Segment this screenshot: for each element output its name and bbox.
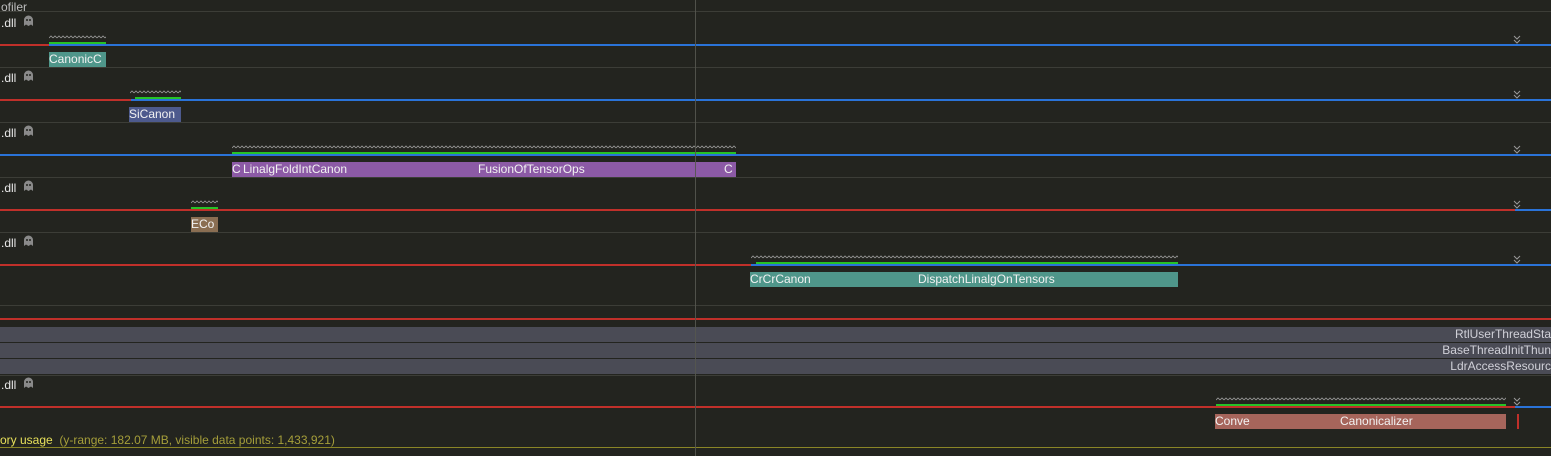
separator [0, 122, 1551, 123]
timeline-red [0, 406, 1515, 408]
module-label: .dll [1, 236, 17, 250]
active-marker [191, 207, 218, 209]
memory-range: (y-range: 182.07 MB, visible data points… [59, 433, 335, 447]
separator [0, 11, 1551, 12]
separator [0, 305, 1551, 306]
timeline-red [0, 44, 49, 46]
timeline-blue [49, 44, 1551, 46]
slice[interactable]: CrCrCanon DispatchLinalgOnTensors [750, 272, 1178, 287]
timeline-red [0, 99, 131, 101]
module-label: .dll [1, 71, 17, 85]
separator [0, 232, 1551, 233]
activity-squiggle [751, 255, 1178, 259]
ghost-icon[interactable] [23, 235, 34, 247]
chevron-down-icon[interactable] [1513, 200, 1521, 210]
stack-frame[interactable]: LdrAccessResourc [0, 359, 1551, 374]
module-label: .dll [1, 378, 17, 392]
time-cursor[interactable] [695, 0, 696, 456]
activity-squiggle [130, 90, 181, 94]
chevron-down-icon[interactable] [1513, 90, 1521, 100]
timeline-blue [131, 99, 1551, 101]
chevron-down-icon[interactable] [1513, 35, 1521, 45]
chevron-down-icon[interactable] [1513, 145, 1521, 155]
timeline-red [0, 264, 751, 266]
active-marker [756, 262, 1178, 264]
active-marker [232, 152, 736, 154]
separator [0, 67, 1551, 68]
active-marker [49, 42, 106, 44]
slice-marker[interactable] [1517, 414, 1519, 429]
activity-squiggle [232, 145, 736, 149]
module-label: .dll [1, 16, 17, 30]
separator [0, 177, 1551, 178]
timeline-blue [751, 264, 1551, 266]
chevron-down-icon[interactable] [1513, 397, 1521, 407]
active-marker [135, 97, 181, 99]
active-marker [1216, 404, 1506, 406]
memory-usage-track: ory usage (y-range: 182.07 MB, visible d… [0, 433, 335, 447]
ghost-icon[interactable] [23, 377, 34, 389]
timeline-blue [0, 154, 1551, 156]
ghost-icon[interactable] [23, 180, 34, 192]
slice[interactable]: Conve Canonicalizer [1215, 414, 1506, 429]
module-label: .dll [1, 126, 17, 140]
memory-line [0, 447, 1551, 448]
ghost-icon[interactable] [23, 70, 34, 82]
stack-frame[interactable]: RtlUserThreadSta [0, 327, 1551, 342]
timeline-red [0, 209, 1515, 211]
activity-squiggle [191, 200, 218, 204]
activity-squiggle [1216, 397, 1506, 401]
slice[interactable]: SiCanon [129, 107, 181, 122]
slice[interactable]: ECo [191, 217, 218, 232]
activity-squiggle [49, 35, 106, 39]
chevron-down-icon[interactable] [1513, 255, 1521, 265]
slice[interactable]: CanonicC [49, 52, 106, 67]
ghost-icon[interactable] [23, 15, 34, 27]
memory-label: ory usage [0, 433, 53, 447]
module-label: .dll [1, 181, 17, 195]
timeline-red [0, 318, 1551, 320]
slice[interactable]: C LinalgFoldIntCanon FusionOfTensorOps C [232, 162, 736, 177]
stack-frame[interactable]: BaseThreadInitThun [0, 343, 1551, 358]
ghost-icon[interactable] [23, 125, 34, 137]
separator [0, 375, 1551, 376]
